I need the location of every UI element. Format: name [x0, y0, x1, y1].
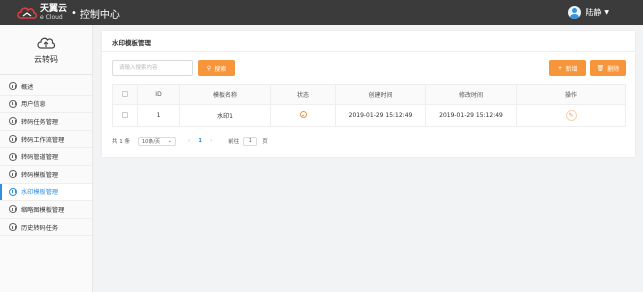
- sidebar-title: 云转码: [34, 54, 58, 64]
- total-count: 共 1 条: [112, 139, 130, 145]
- sidebar-item-thumbnail-templates[interactable]: 缩略图模板管理: [0, 201, 92, 219]
- top-bar: 天翼云 e Cloud • 控制中心 陆静 ▼: [0, 0, 643, 25]
- app-title: 控制中心: [79, 9, 120, 21]
- avatar-icon: [568, 6, 582, 19]
- sidebar-item-label: 转码任务管理: [21, 118, 59, 126]
- page-size-select[interactable]: 10条/页 ⌄: [138, 136, 176, 146]
- search-icon: ⚲: [206, 64, 212, 72]
- cell-name: 水印1: [179, 104, 271, 127]
- sidebar-header: 云转码: [0, 25, 92, 75]
- column-header-created: 创建时间: [335, 84, 426, 105]
- sidebar-item-label: 水印模板管理: [21, 189, 59, 197]
- sidebar-item-label: 转码管道管理: [21, 154, 59, 162]
- table-row: 1 水印1 2019-01-29 15:12:49 2019-01-29 15:…: [112, 104, 626, 127]
- pagination: 共 1 条 10条/页 ⌄ ‹ 1 › 前往 1 页: [112, 136, 268, 146]
- sidebar-item-label: 历史转码任务: [21, 224, 59, 232]
- column-header-modified: 修改时间: [425, 84, 517, 105]
- goto-label: 前往: [228, 139, 240, 145]
- sidebar-item-label: 转码工作流管理: [21, 136, 65, 144]
- trash-icon: 🗑: [596, 64, 605, 72]
- next-page-icon[interactable]: ›: [210, 138, 212, 144]
- sidebar-item-label: 概述: [21, 83, 34, 91]
- user-menu[interactable]: 陆静 ▼: [568, 6, 609, 19]
- menu-item-icon: [9, 117, 17, 126]
- sidebar-item-label: 转码模板管理: [21, 171, 59, 179]
- menu-item-icon: [9, 205, 17, 214]
- sidebar-item-history-tasks[interactable]: 历史转码任务: [0, 219, 92, 237]
- sidebar-item-label: 缩略图模板管理: [21, 206, 65, 214]
- logo-sub-text: e Cloud: [40, 14, 63, 21]
- logo[interactable]: 天翼云 e Cloud • 控制中心: [16, 4, 120, 22]
- cell-actions: ✎: [516, 104, 626, 127]
- edit-icon[interactable]: ✎: [565, 110, 577, 121]
- menu-item-icon: [9, 223, 17, 232]
- plus-icon: +: [557, 64, 563, 72]
- sidebar-item-transcode-tasks[interactable]: 转码任务管理: [0, 113, 92, 131]
- divider: [102, 51, 635, 52]
- delete-button-label: 删除: [607, 65, 620, 73]
- table-header-row: ID 模板名称 状态 创建时间 修改时间 操作: [112, 84, 626, 105]
- current-page[interactable]: 1: [198, 138, 202, 144]
- chevron-down-icon: ⌄: [167, 138, 172, 144]
- sidebar-item-overview[interactable]: 概述: [0, 78, 92, 96]
- watermark-template-panel: 水印模板管理 ⚲ 搜索 + 新增 🗑 删除 ID 模板名称 状态 创建时间 修改…: [102, 31, 635, 157]
- goto-page-input[interactable]: 1: [243, 136, 258, 146]
- menu-item-icon: [9, 170, 17, 179]
- search-button-label: 搜索: [214, 65, 227, 73]
- search-button[interactable]: ⚲ 搜索: [198, 60, 235, 76]
- cloud-logo-icon: [16, 5, 38, 21]
- header-checkbox-cell: [112, 84, 138, 105]
- menu-item-icon: [9, 82, 17, 91]
- menu-item-icon: [9, 135, 17, 144]
- cell-id: 1: [137, 104, 180, 127]
- delete-button[interactable]: 🗑 删除: [590, 60, 626, 76]
- page-title: 水印模板管理: [112, 39, 151, 47]
- sidebar-item-watermark-templates[interactable]: 水印模板管理: [0, 183, 92, 202]
- column-header-status: 状态: [270, 84, 336, 105]
- select-all-checkbox[interactable]: [122, 90, 128, 97]
- column-header-name: 模板名称: [179, 84, 271, 105]
- add-button[interactable]: + 新增: [549, 60, 586, 76]
- chevron-down-icon: ▼: [604, 9, 609, 16]
- prev-page-icon[interactable]: ‹: [188, 138, 190, 144]
- page-size-value: 10条/页: [142, 138, 161, 145]
- column-header-actions: 操作: [516, 84, 626, 105]
- sidebar-menu: 概述 用户信息 转码任务管理 转码工作流管理 转码管道管理 转码模板管理 水印模…: [0, 75, 92, 237]
- sidebar-item-transcode-workflows[interactable]: 转码工作流管理: [0, 131, 92, 149]
- row-checkbox[interactable]: [122, 111, 128, 118]
- status-icon: [299, 111, 307, 118]
- logo-main-text: 天翼云: [40, 4, 68, 14]
- cell-modified: 2019-01-29 15:12:49: [425, 104, 517, 127]
- user-name: 陆静: [585, 8, 602, 17]
- sidebar-item-user-info[interactable]: 用户信息: [0, 96, 92, 114]
- menu-item-icon: [9, 99, 17, 108]
- row-checkbox-cell: [112, 104, 138, 127]
- cell-status: [270, 104, 336, 127]
- cloud-upload-icon: [36, 35, 56, 49]
- brand-separator: •: [71, 7, 77, 19]
- menu-item-icon: [9, 187, 17, 196]
- column-header-id: ID: [137, 84, 180, 105]
- sidebar: 云转码 概述 用户信息 转码任务管理 转码工作流管理 转码管道管理 转码模板管理…: [0, 25, 93, 292]
- cell-created: 2019-01-29 15:12:49: [335, 104, 426, 127]
- search-input[interactable]: [112, 60, 193, 76]
- sidebar-item-transcode-templates[interactable]: 转码模板管理: [0, 166, 92, 184]
- template-table: ID 模板名称 状态 创建时间 修改时间 操作 1 水印1 2019-01-29…: [112, 84, 626, 127]
- sidebar-item-label: 用户信息: [21, 101, 46, 109]
- sidebar-item-transcode-pipelines[interactable]: 转码管道管理: [0, 148, 92, 166]
- add-button-label: 新增: [565, 65, 578, 73]
- page-unit-label: 页: [262, 139, 268, 145]
- menu-item-icon: [9, 152, 17, 161]
